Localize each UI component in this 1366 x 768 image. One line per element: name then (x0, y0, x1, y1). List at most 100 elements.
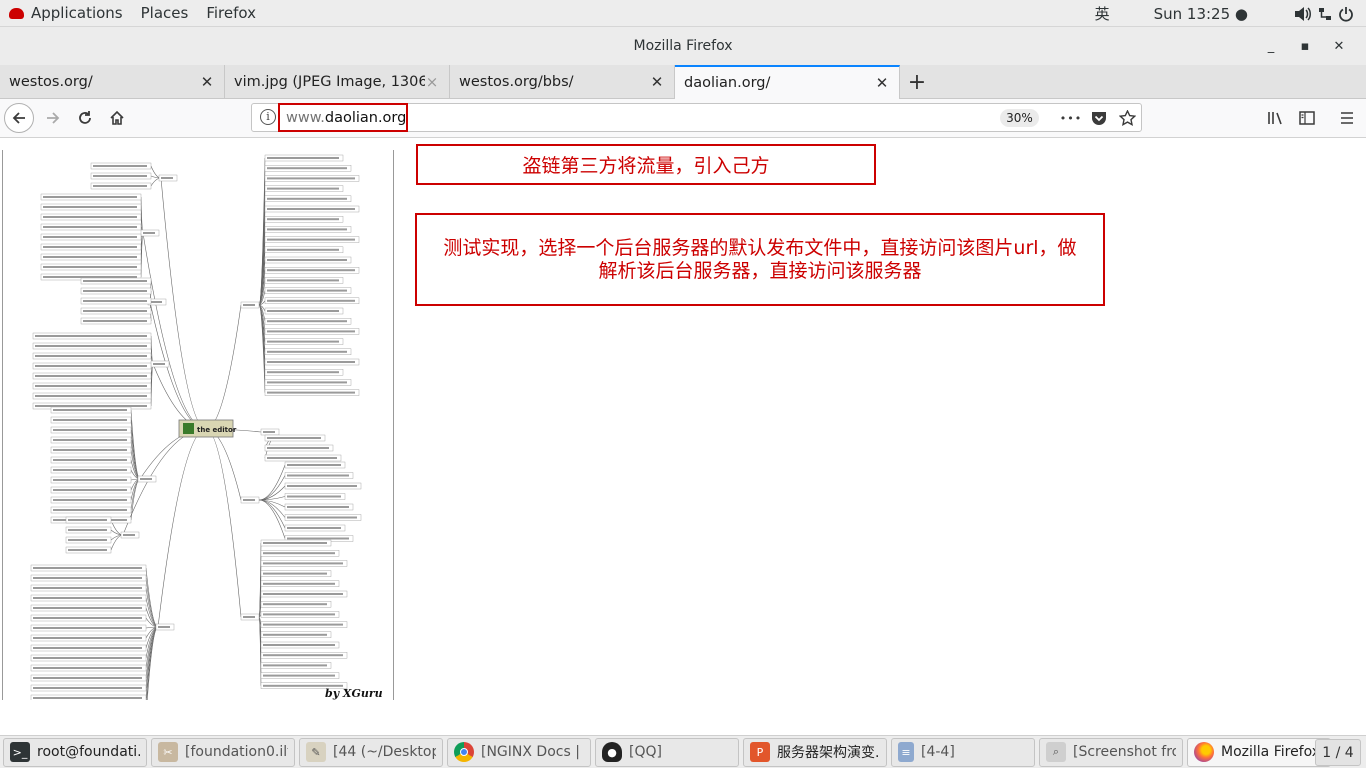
url-prefix: www. (286, 109, 325, 126)
clock[interactable]: Sun 13:25 ● (1145, 0, 1257, 27)
zoom-level-badge[interactable]: 30% (1000, 109, 1039, 127)
navigation-toolbar: i www. daolian.org 30% ••• (0, 99, 1366, 138)
mindmap-leaf-text (35, 365, 147, 367)
network-icon[interactable] (1315, 0, 1335, 27)
tab-close-icon[interactable]: ✕ (875, 74, 889, 92)
mindmap-leaf-text (33, 657, 142, 659)
mindmap-leaf-text (53, 449, 127, 451)
tab-close-icon[interactable]: ✕ (200, 73, 214, 91)
input-method-indicator[interactable]: 英 (1086, 0, 1119, 27)
mindmap-leaf-text (93, 175, 147, 177)
mindmap-leaf-text (267, 340, 339, 343)
home-button[interactable] (102, 103, 132, 133)
mindmap-leaf-text (93, 165, 147, 167)
mindmap-leaf-text (267, 381, 347, 384)
annotation-text-hotlinking: 盗链第三方将流量，引入己方 (522, 155, 770, 177)
mindmap-leaf-text (243, 616, 255, 618)
mindmap-leaf-text (83, 310, 147, 312)
mindmap-leaf-text (33, 587, 142, 589)
tab-daolian[interactable]: daolian.org/ ✕ (675, 65, 900, 99)
forward-button[interactable] (38, 103, 68, 133)
power-icon[interactable] (1335, 0, 1366, 27)
tab-vim-jpg[interactable]: vim.jpg (JPEG Image, 1306 × (225, 65, 450, 99)
window-list-taskbar: >_ root@foundati... ✂ [foundation0.ilt..… (0, 735, 1366, 768)
mindmap-leaf-text (153, 363, 165, 365)
task-label: [4-4] (921, 744, 955, 760)
workspace-switcher[interactable]: 1 / 4 (1315, 739, 1361, 766)
mindmap-leaf-text (33, 617, 142, 619)
url-text[interactable]: www. daolian.org (278, 103, 408, 132)
mindmap-leaf-text (35, 385, 147, 387)
task-image-viewer[interactable]: ⌕ [Screenshot fro... (1039, 737, 1183, 767)
home-icon (110, 110, 124, 125)
mindmap-leaf-text (263, 644, 335, 646)
sidebar-toggle-icon[interactable] (1292, 103, 1322, 133)
mindmap-leaf-text (263, 674, 335, 677)
tab-label: daolian.org/ (684, 75, 771, 91)
places-menu[interactable]: Places (132, 0, 198, 27)
mindmap-leaf-text (140, 478, 152, 480)
applications-menu[interactable]: Applications (0, 0, 132, 27)
mindmap-leaf-text (53, 459, 127, 461)
task-terminal[interactable]: >_ root@foundati... (3, 737, 147, 767)
mindmap-leaf-text (33, 687, 142, 689)
reload-button[interactable] (70, 103, 100, 133)
mindmap-leaf-text (83, 280, 147, 282)
mindmap-leaf-text (43, 236, 137, 238)
new-tab-button[interactable]: + (900, 65, 934, 99)
task-document[interactable]: ≡ [4-4] (891, 737, 1035, 767)
reload-icon (79, 111, 91, 124)
task-label: root@foundati... (37, 744, 140, 760)
task-chrome[interactable]: [NGINX Docs | ... (447, 737, 591, 767)
back-button[interactable] (4, 103, 34, 133)
mindmap-leaf-text (263, 623, 343, 626)
mindmap-leaf-text (43, 276, 137, 278)
site-info-icon[interactable]: i (260, 109, 276, 125)
mindmap-leaf-text (33, 627, 142, 629)
minimize-button[interactable]: _ (1254, 39, 1288, 54)
maximize-button[interactable]: ▪ (1288, 39, 1322, 54)
mindmap-leaf-text (53, 489, 127, 491)
task-label: [Screenshot fro... (1073, 744, 1176, 760)
mindmap-leaf-text (267, 157, 339, 159)
mindmap-leaf-text (287, 516, 357, 519)
hamburger-menu-icon[interactable] (1332, 103, 1362, 133)
mindmap-leaf-text (263, 603, 327, 606)
tab-close-icon[interactable]: ✕ (650, 73, 664, 91)
mindmap-leaf-text (267, 238, 355, 241)
mindmap-leaf-text (267, 269, 355, 272)
mindmap-leaf-text (33, 567, 142, 569)
close-window-button[interactable]: ✕ (1322, 39, 1356, 54)
tab-label: vim.jpg (JPEG Image, 1306 (234, 74, 425, 90)
mindmap-leaf-text (33, 637, 142, 639)
tab-close-icon[interactable]: × (425, 73, 439, 91)
pocket-icon[interactable] (1088, 107, 1110, 129)
volume-icon[interactable] (1291, 0, 1315, 27)
places-label: Places (140, 4, 189, 22)
tab-westos[interactable]: westos.org/ ✕ (0, 65, 225, 99)
mindmap-leaf-text (263, 613, 335, 616)
mindmap-leaf-text (33, 697, 142, 699)
bookmark-star-icon[interactable] (1116, 107, 1138, 129)
firefox-label: Firefox (206, 4, 256, 22)
mindmap-leaf-text (287, 464, 341, 466)
mindmap-leaf-text (53, 429, 127, 431)
firefox-app-menu[interactable]: Firefox (197, 0, 265, 27)
page-actions-button[interactable]: ••• (1060, 107, 1082, 129)
task-qq[interactable]: ● [QQ] (595, 737, 739, 767)
tab-westos-bbs[interactable]: westos.org/bbs/ ✕ (450, 65, 675, 99)
url-bar[interactable]: i www. daolian.org 30% ••• (251, 103, 1142, 132)
library-icon[interactable] (1261, 103, 1291, 133)
task-wps[interactable]: P 服务器架构演变... (743, 737, 887, 767)
mindmap-leaf-text (267, 447, 329, 449)
task-firefox[interactable]: Mozilla Firefox (1187, 737, 1331, 767)
mindmap-leaf-text (93, 185, 147, 187)
tab-label: westos.org/ (9, 74, 93, 90)
task-screenshot[interactable]: ✂ [foundation0.ilt.... (151, 737, 295, 767)
mindmap-leaf-text (33, 677, 142, 679)
vim-logo-icon (183, 423, 194, 434)
task-label: [foundation0.ilt.... (185, 744, 288, 760)
mindmap-leaf-text (267, 330, 355, 333)
mindmap-leaf-text (287, 506, 349, 508)
task-text-editor[interactable]: ✎ [44 (~/Desktop... (299, 737, 443, 767)
